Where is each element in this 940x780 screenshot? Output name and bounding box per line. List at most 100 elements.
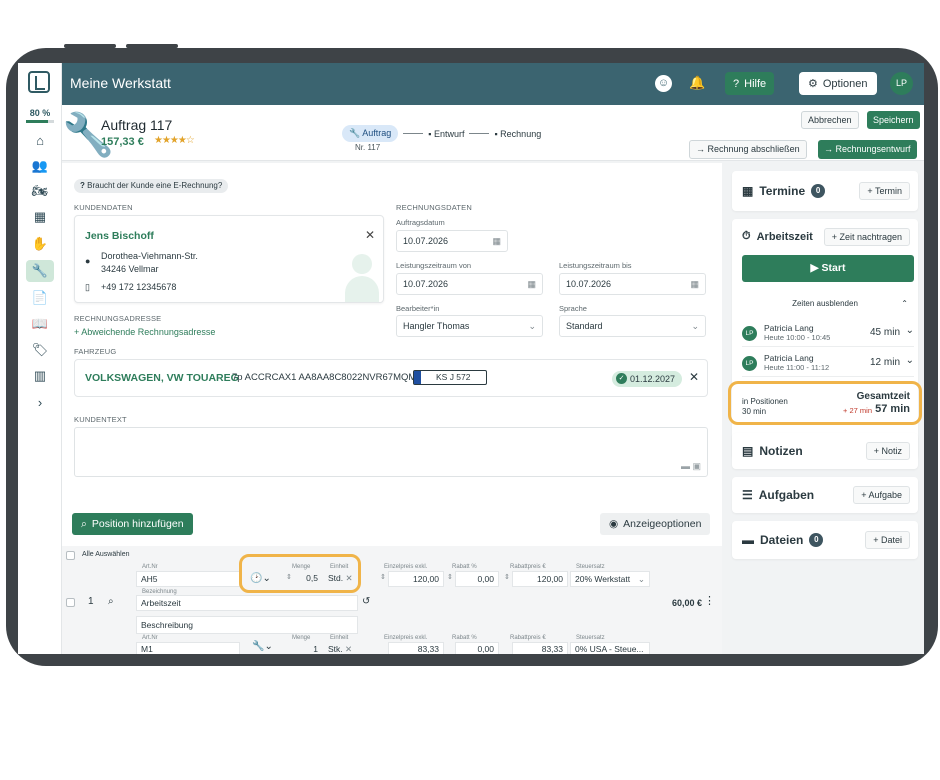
tax-select[interactable]: 0% USA - Steue...	[570, 642, 650, 654]
language-select[interactable]: Standard ⌄	[559, 315, 706, 337]
hand-icon[interactable]: ✋	[26, 233, 54, 255]
discount-price-input[interactable]: 120,00	[512, 571, 568, 587]
customer-text-area[interactable]: ▬ ▣	[74, 427, 708, 477]
help-button[interactable]: ? Hilfe	[725, 72, 775, 95]
cancel-button[interactable]: Abbrechen	[801, 111, 859, 129]
more-icon[interactable]: ⋮	[704, 594, 715, 607]
calendar-icon: ▦	[527, 279, 536, 289]
inspection-badge: 01.12.2027	[612, 371, 683, 387]
close-icon[interactable]: ✕	[689, 370, 699, 384]
add-appointment-button[interactable]: + Termin	[859, 182, 910, 200]
chevron-right-icon[interactable]: ›	[26, 391, 54, 413]
user-avatar[interactable]: LP	[890, 72, 913, 95]
alt-billing-address-link[interactable]: + Abweichende Rechnungsadresse	[74, 327, 215, 337]
add-time-button[interactable]: + Zeit nachtragen	[823, 228, 910, 246]
finish-invoice-button[interactable]: → Rechnung abschließen	[689, 140, 807, 159]
calendar-icon: ▦	[742, 184, 754, 198]
search-icon: ⌕	[81, 517, 87, 530]
service-to-input[interactable]: 10.07.2026 ▦	[559, 273, 706, 295]
chevron-down-icon: ⌄	[691, 321, 699, 331]
users-icon[interactable]: 👥	[26, 155, 54, 177]
invoice-draft-button[interactable]: → Rechnungsentwurf	[818, 140, 917, 159]
display-options-button[interactable]: ◉ Anzeigeoptionen	[600, 513, 711, 535]
logo-icon[interactable]	[28, 71, 50, 93]
person-icon	[343, 252, 381, 302]
vehicle-name[interactable]: VOLKSWAGEN, VW TOUAREG	[85, 372, 239, 384]
chevron-down-icon[interactable]: ⌄	[906, 325, 914, 336]
total-time-highlight	[728, 381, 922, 425]
row-total: 60,00 €	[672, 598, 703, 608]
order-date-input[interactable]: 10.07.2026 ▦	[396, 230, 508, 252]
save-button[interactable]: Speichern	[867, 111, 920, 129]
time-entry[interactable]: LP Patricia Lang Heute 11:00 - 11:12 12 …	[742, 349, 914, 377]
wrench-icon[interactable]: 🔧	[26, 260, 54, 282]
motorcycle-icon[interactable]: 🏍	[26, 180, 54, 202]
discount-input[interactable]: 0,00	[455, 642, 499, 654]
avatar: LP	[742, 326, 757, 341]
search-icon[interactable]: ⌕	[108, 596, 114, 607]
chevron-down-icon[interactable]: ⌄	[906, 355, 914, 366]
row-checkbox[interactable]	[66, 598, 75, 607]
unit-price-input[interactable]: 83,33	[388, 642, 444, 654]
service-from-input[interactable]: 10.07.2026 ▦	[396, 273, 543, 295]
wrench-icon[interactable]: 🔧⌄	[252, 641, 273, 652]
discount-price-input[interactable]: 83,33	[512, 642, 568, 654]
editor-select[interactable]: Hangler Thomas ⌄	[396, 315, 543, 337]
app-title: Meine Werkstatt	[70, 75, 171, 91]
select-all-checkbox[interactable]	[66, 551, 75, 560]
artnr-input[interactable]: AH5	[136, 571, 240, 587]
add-file-button[interactable]: + Datei	[865, 531, 910, 549]
book-icon[interactable]: 📖	[26, 313, 54, 335]
document-icon[interactable]: 📄	[26, 287, 54, 309]
home-icon[interactable]: ⌂	[26, 129, 54, 151]
sidebar: 80 % ⌂ 👥 🏍 ▦ ✋ 🔧 📄 📖 🏷 ▥ ›	[18, 63, 62, 654]
entry-time: Heute 11:00 - 11:12	[764, 363, 830, 372]
vehicle-vin: 7p ACCRCAX1 AA8AA8C8022NVR67MQM	[232, 372, 417, 383]
unit-input[interactable]: Stk. ✕	[324, 642, 358, 654]
unit-price-input[interactable]: 120,00	[388, 571, 444, 587]
chevron-down-icon: ⌄	[528, 321, 536, 331]
entry-time: Heute 10:00 - 10:45	[764, 333, 831, 342]
quantity-input[interactable]: 1	[294, 642, 322, 654]
start-button[interactable]: ▶ Start	[742, 255, 914, 282]
tags-icon[interactable]: 🏷	[26, 339, 54, 361]
customer-card[interactable]: Jens Bischoff ✕ ● Dorothea-Viehmann-Str.…	[74, 215, 384, 303]
worktime-title: ⏱ Arbeitszeit	[742, 230, 813, 243]
add-note-button[interactable]: + Notiz	[865, 442, 910, 460]
avatar: LP	[742, 356, 757, 371]
smiley-icon[interactable]: ☺	[655, 75, 672, 92]
history-icon[interactable]: ↺	[362, 596, 370, 607]
tax-select[interactable]: 20% Werkstatt ⌄	[570, 571, 650, 587]
entry-duration: 45 min	[869, 327, 900, 338]
discount-input[interactable]: 0,00	[455, 571, 499, 587]
designation-input[interactable]: Arbeitszeit	[136, 595, 358, 611]
entry-name: Patricia Lang	[764, 353, 814, 363]
vehicle-card[interactable]: VOLKSWAGEN, VW TOUAREG 7p ACCRCAX1 AA8AA…	[74, 359, 708, 397]
bell-icon[interactable]: 🔔	[689, 75, 705, 91]
map-pin-icon: ●	[85, 256, 91, 266]
col-einzelpreis-label: Einzelpreis exkl.	[384, 635, 428, 641]
close-icon[interactable]: ✕	[365, 228, 375, 242]
stopwatch-icon: ⏱	[742, 230, 751, 242]
col-steuersatz-label: Steuersatz	[576, 635, 605, 641]
step-rechnung[interactable]: ▪ Rechnung	[494, 129, 541, 139]
customer-name[interactable]: Jens Bischoff	[85, 230, 154, 242]
time-entry[interactable]: LP Patricia Lang Heute 10:00 - 10:45 45 …	[742, 319, 914, 347]
e-invoice-question[interactable]: ? Braucht der Kunde eine E-Rechnung?	[74, 179, 229, 193]
step-entwurf[interactable]: ▪ Entwurf	[428, 129, 464, 139]
step-auftrag[interactable]: 🔧 Auftrag	[342, 125, 399, 142]
add-position-button[interactable]: ⌕ Position hinzufügen	[72, 513, 193, 535]
options-button[interactable]: ⚙ Optionen	[799, 72, 877, 95]
service-to-label: Leistungszeitraum bis	[559, 261, 632, 270]
artnr-input[interactable]: M1	[136, 642, 240, 654]
rating-stars[interactable]: ★★★★☆	[154, 135, 195, 146]
chart-icon[interactable]: ▥	[26, 365, 54, 387]
description-input[interactable]: Beschreibung	[136, 616, 358, 634]
folder-icon[interactable]: ▬ ▣	[681, 461, 701, 472]
hide-times-toggle[interactable]: Zeiten ausblenden ⌃	[732, 299, 918, 308]
entry-name: Patricia Lang	[764, 323, 814, 333]
col-steuersatz-label: Steuersatz	[576, 564, 605, 570]
calendar-icon[interactable]: ▦	[26, 206, 54, 228]
add-task-button[interactable]: + Aufgabe	[853, 486, 910, 504]
order-title: Auftrag 117	[101, 117, 173, 133]
